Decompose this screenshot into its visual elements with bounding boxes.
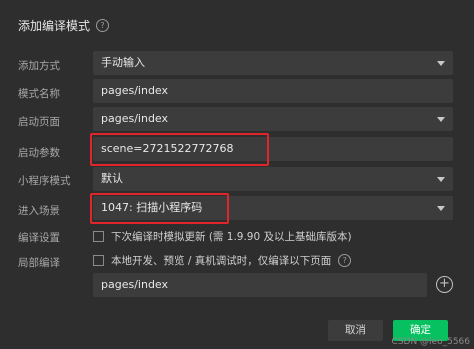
compile-settings-option[interactable]: 下次编译时模拟更新 (需 1.9.90 及以上基础库版本): [93, 229, 352, 244]
partial-compile-checkbox[interactable]: [93, 255, 104, 266]
dialog-title: 添加编译模式 ?: [18, 17, 110, 34]
partial-compile-page-input[interactable]: pages/index: [93, 273, 427, 297]
highlight-box-params: [90, 133, 269, 166]
help-icon[interactable]: ?: [338, 254, 352, 267]
compile-settings-label: 编译设置: [18, 232, 60, 244]
add-method-label: 添加方式: [18, 60, 60, 72]
mini-program-mode-select[interactable]: 默认: [93, 167, 453, 191]
chevron-down-icon: [437, 177, 445, 182]
entry-scene-label: 进入场景: [18, 205, 60, 217]
start-page-select[interactable]: pages/index: [93, 107, 453, 131]
start-page-value: pages/index: [101, 112, 169, 125]
partial-compile-label: 局部编译: [18, 257, 60, 269]
dialog-title-text: 添加编译模式: [18, 19, 91, 33]
highlight-box-scene: [90, 193, 229, 224]
cancel-button[interactable]: 取消: [328, 320, 383, 341]
mini-program-mode-label: 小程序模式: [18, 175, 71, 187]
add-method-select[interactable]: 手动输入: [93, 51, 453, 75]
partial-compile-page-value: pages/index: [101, 278, 169, 291]
compile-settings-text: 下次编译时模拟更新 (需 1.9.90 及以上基础库版本): [111, 231, 352, 243]
chevron-down-icon: [437, 206, 445, 211]
add-page-icon[interactable]: +: [436, 276, 453, 293]
start-page-label: 启动页面: [18, 116, 60, 128]
add-method-value: 手动输入: [101, 56, 145, 69]
mini-program-mode-value: 默认: [101, 172, 123, 185]
mode-name-input[interactable]: pages/index: [93, 79, 453, 103]
start-params-label: 启动参数: [18, 147, 60, 159]
compile-settings-checkbox[interactable]: [93, 231, 104, 242]
chevron-down-icon: [437, 61, 445, 66]
partial-compile-option[interactable]: 本地开发、预览 / 真机调试时，仅编译以下页面 ?: [93, 253, 352, 268]
help-icon[interactable]: ?: [96, 19, 110, 32]
chevron-down-icon: [437, 117, 445, 122]
mode-name-value: pages/index: [101, 84, 169, 97]
partial-compile-text: 本地开发、预览 / 真机调试时，仅编译以下页面: [111, 255, 332, 267]
watermark: CSDN @leo_5566: [391, 337, 470, 347]
mode-name-label: 模式名称: [18, 88, 60, 100]
